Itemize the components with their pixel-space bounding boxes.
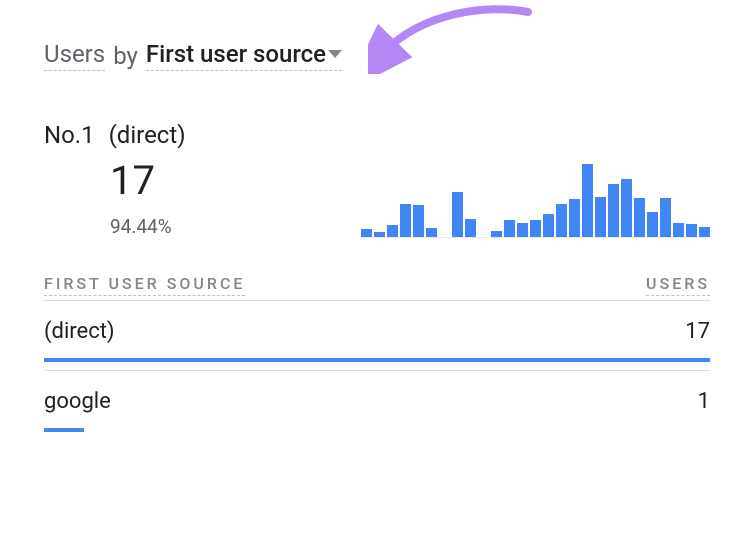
- col-header-source: FIRST USER SOURCE: [44, 274, 245, 296]
- source-table: FIRST USER SOURCE USERS (direct) 17 google…: [44, 274, 710, 440]
- table-row[interactable]: google 1: [44, 370, 710, 440]
- spark-bar: [673, 223, 684, 237]
- spark-bar: [660, 198, 671, 237]
- rank-row: No.1 (direct): [44, 121, 186, 149]
- spark-bar: [569, 199, 580, 237]
- spark-bar: [413, 205, 424, 237]
- spark-bar: [699, 227, 710, 237]
- top-percent: 94.44%: [110, 215, 186, 238]
- row-bar: [44, 358, 710, 362]
- spark-bar: [634, 198, 645, 237]
- row-label: (direct): [44, 319, 115, 344]
- row-label: google: [44, 389, 111, 414]
- top-value: 17: [110, 161, 186, 201]
- spark-bar: [426, 228, 437, 237]
- spark-bar: [556, 204, 567, 237]
- spark-bar: [595, 197, 606, 237]
- spark-bar: [621, 179, 632, 238]
- spark-bar: [582, 164, 593, 237]
- spark-bar: [530, 220, 541, 237]
- by-word: by: [109, 42, 142, 70]
- spark-bar: [543, 214, 554, 237]
- rank-number: No.1: [44, 121, 95, 149]
- card-title: Users by First user source: [44, 40, 710, 71]
- spark-bar: [361, 229, 372, 237]
- spark-bar: [400, 204, 411, 237]
- row-value: 1: [698, 389, 710, 414]
- spark-bar: [491, 231, 502, 237]
- row-value: 17: [685, 319, 710, 344]
- spark-bar: [465, 219, 476, 237]
- spark-bar: [374, 232, 385, 237]
- spark-bar: [686, 224, 697, 237]
- summary-section: No.1 (direct) 17 94.44%: [44, 121, 710, 238]
- rank-label: (direct): [109, 121, 186, 149]
- col-header-users: USERS: [646, 274, 710, 296]
- spark-bar: [647, 212, 658, 237]
- sparkline-chart: [361, 160, 710, 238]
- chevron-down-icon: [328, 50, 342, 58]
- row-bar: [44, 428, 84, 432]
- spark-bar: [608, 184, 619, 237]
- metric-selector[interactable]: Users: [44, 40, 105, 71]
- spark-bar: [452, 192, 463, 237]
- dimension-selector[interactable]: First user source: [146, 40, 342, 71]
- table-row[interactable]: (direct) 17: [44, 300, 710, 370]
- dimension-label: First user source: [146, 40, 326, 68]
- spark-bar: [504, 220, 515, 237]
- spark-bar: [517, 223, 528, 237]
- spark-bar: [387, 225, 398, 237]
